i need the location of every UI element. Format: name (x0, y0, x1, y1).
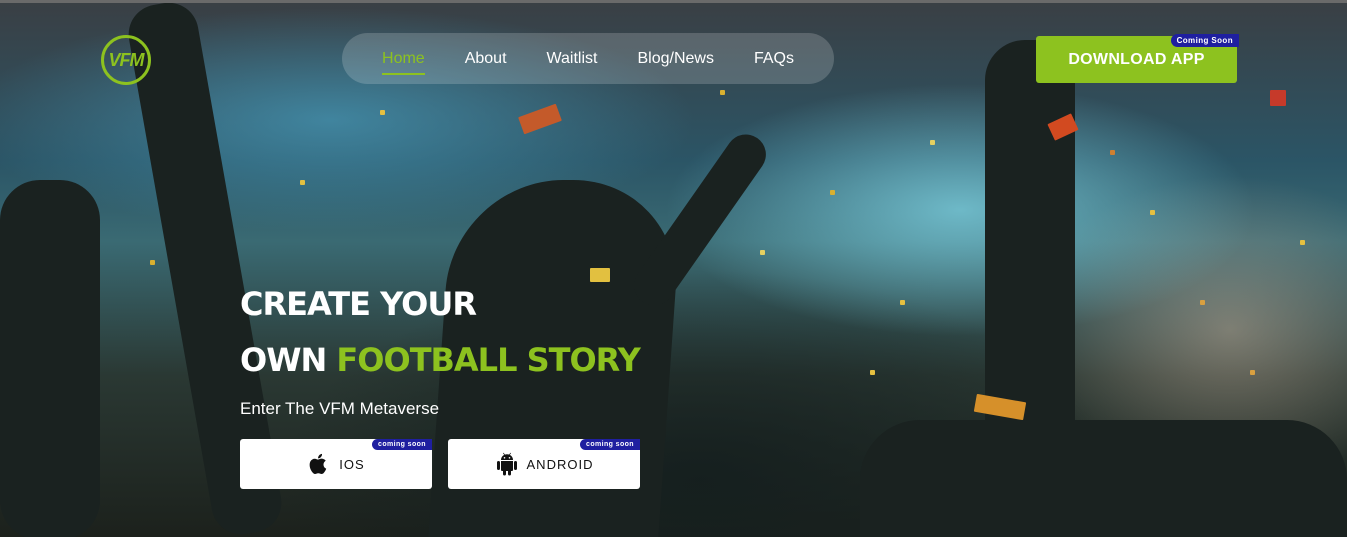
apple-icon (309, 453, 327, 475)
logo-text: VFM (108, 49, 145, 70)
vfm-logo[interactable]: VFM (101, 35, 151, 85)
ios-download-button[interactable]: IOS coming soon (240, 439, 432, 489)
android-icon (496, 452, 517, 476)
nav-about[interactable]: About (445, 50, 527, 68)
coming-soon-badge: Coming Soon (1170, 34, 1239, 47)
ios-coming-soon-badge: coming soon (372, 439, 432, 450)
main-nav: Home About Waitlist Blog/News FAQs (342, 33, 834, 84)
nav-waitlist[interactable]: Waitlist (527, 50, 618, 68)
crowd-silhouette (860, 420, 1347, 537)
hero-headline: CREATE YOUR OWN FOOTBALL STORY (240, 276, 641, 388)
confetti (830, 190, 835, 195)
hero-subtitle: Enter The VFM Metaverse (240, 399, 440, 418)
top-edge (0, 0, 1347, 3)
confetti (1200, 300, 1205, 305)
confetti (720, 90, 725, 95)
download-app-label: DOWNLOAD APP (1068, 50, 1205, 68)
confetti (760, 250, 765, 255)
confetti (300, 180, 305, 185)
headline-accent: FOOTBALL STORY (336, 341, 640, 379)
confetti (518, 103, 562, 135)
headline-line-1: CREATE YOUR (240, 285, 477, 323)
confetti (1150, 210, 1155, 215)
confetti (1250, 370, 1255, 375)
nav-blog-news[interactable]: Blog/News (617, 50, 733, 68)
android-download-button[interactable]: ANDROID coming soon (448, 439, 640, 489)
nav-home[interactable]: Home (362, 50, 445, 75)
nav-faqs[interactable]: FAQs (734, 50, 814, 68)
confetti (380, 110, 385, 115)
confetti (900, 300, 905, 305)
headline-own: OWN (240, 341, 327, 379)
confetti (150, 260, 155, 265)
android-coming-soon-badge: coming soon (580, 439, 640, 450)
confetti (930, 140, 935, 145)
confetti (870, 370, 875, 375)
ios-label: IOS (339, 456, 365, 472)
confetti (1300, 240, 1305, 245)
android-label: ANDROID (526, 456, 594, 472)
confetti (1270, 90, 1286, 106)
confetti (1110, 150, 1115, 155)
headline-line-2: OWN FOOTBALL STORY (240, 332, 641, 388)
download-app-button[interactable]: DOWNLOAD APP Coming Soon (1036, 34, 1239, 83)
crowd-silhouette (0, 180, 100, 537)
